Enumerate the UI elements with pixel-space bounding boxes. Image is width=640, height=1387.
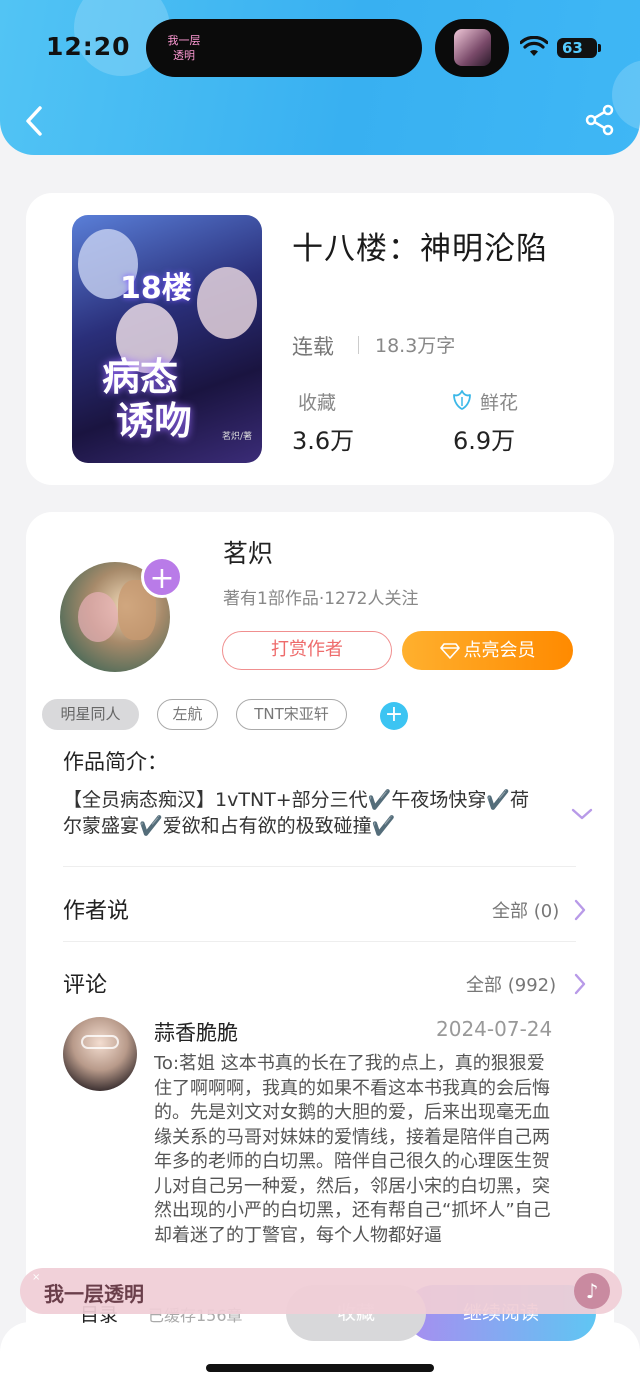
chevron-right-icon[interactable] [572,972,588,996]
cover-author-mark: 茗炽/著 [222,432,253,442]
add-tag-button[interactable]: + [380,702,408,730]
music-note-icon[interactable]: ♪ [574,1273,610,1309]
author-says-title: 作者说 [63,899,130,924]
flower-icon[interactable] [450,388,474,412]
header-bar: 12:20 我一层 透明 63 [0,0,640,155]
vip-button-label: 点亮会员 [463,640,536,661]
divider [63,866,576,867]
collect-label: 收藏 [298,392,337,414]
wifi-icon [520,36,548,56]
follow-author-button[interactable]: + [141,556,183,598]
intro-title: 作品简介： [63,750,168,774]
vip-button[interactable]: 点亮会员 [402,631,573,670]
collect-count: 3.6万 [292,427,355,455]
author-says-all[interactable]: 全部 (0) [492,897,559,923]
comments-all[interactable]: 全部 (992) [466,971,556,997]
diamond-icon [439,643,460,659]
cover-figure [197,267,257,339]
battery-indicator: 63 [557,38,601,58]
home-indicator[interactable] [206,1364,434,1372]
commenter-name[interactable]: 蒜香脆脆 [154,1017,238,1047]
comment-date: 2024-07-24 [436,1017,553,1041]
tag-item[interactable]: 左航 [157,699,218,730]
reward-author-button[interactable]: 打赏作者 [222,631,392,670]
divider [358,336,359,354]
book-word-count: 18.3万字 [375,335,456,357]
status-time: 12:20 [46,32,131,61]
floating-bar-text: 我一层透明 [44,1282,144,1306]
flower-label: 鲜花 [480,392,519,414]
book-info-card: 18楼 病态 诱吻 茗炽/著 十八楼：神明沦陷 连载 18.3万字 收藏 3.6… [26,193,614,485]
book-cover[interactable]: 18楼 病态 诱吻 茗炽/著 [72,215,262,463]
book-status: 连载 [292,335,334,359]
chevron-right-icon[interactable] [572,898,588,922]
share-icon[interactable] [584,104,616,136]
decor-bubble [612,60,640,130]
floating-music-bar[interactable]: × 我一层透明 ♪ [20,1268,622,1314]
tag-item[interactable]: 明星同人 [42,699,139,730]
back-icon[interactable] [22,104,48,138]
flower-count: 6.9万 [453,427,516,455]
island-text: 我一层 透明 [167,34,201,62]
book-title: 十八楼：神明沦陷 [292,231,548,267]
chevron-down-icon[interactable] [570,806,594,822]
avatar-detail [78,592,118,642]
cover-title-line: 诱吻 [116,399,193,443]
comments-title: 评论 [63,973,108,998]
cover-title: 18楼 [120,271,192,306]
author-meta: 著有1部作品·1272人关注 [223,589,419,609]
divider [63,941,576,942]
cover-title-main: 病态 诱吻 [102,355,192,443]
intro-text: 【全员病态痴汉】1vTNT+部分三代✔️午夜场快穿✔️荷尔蒙盛宴✔️爱欲和占有欲… [63,789,529,837]
author-name[interactable]: 茗炽 [223,534,273,570]
dynamic-island: 我一层 透明 [146,19,422,77]
cover-title-line: 病态 [102,355,179,399]
commenter-avatar[interactable] [63,1017,137,1091]
tag-item[interactable]: TNT宋亚轩 [236,699,347,730]
island-avatar [454,29,491,66]
avatar-detail [81,1035,119,1049]
author-card: + 茗炽 著有1部作品·1272人关注 打赏作者 点亮会员 明星同人 左航 TN… [26,512,614,1387]
island-media [435,19,509,77]
comment-body[interactable]: To:茗姐 这本书真的长在了我的点上，真的狠狠爱住了啊啊啊，我真的如果不看这本书… [154,1052,554,1274]
close-icon[interactable]: × [32,1272,40,1283]
